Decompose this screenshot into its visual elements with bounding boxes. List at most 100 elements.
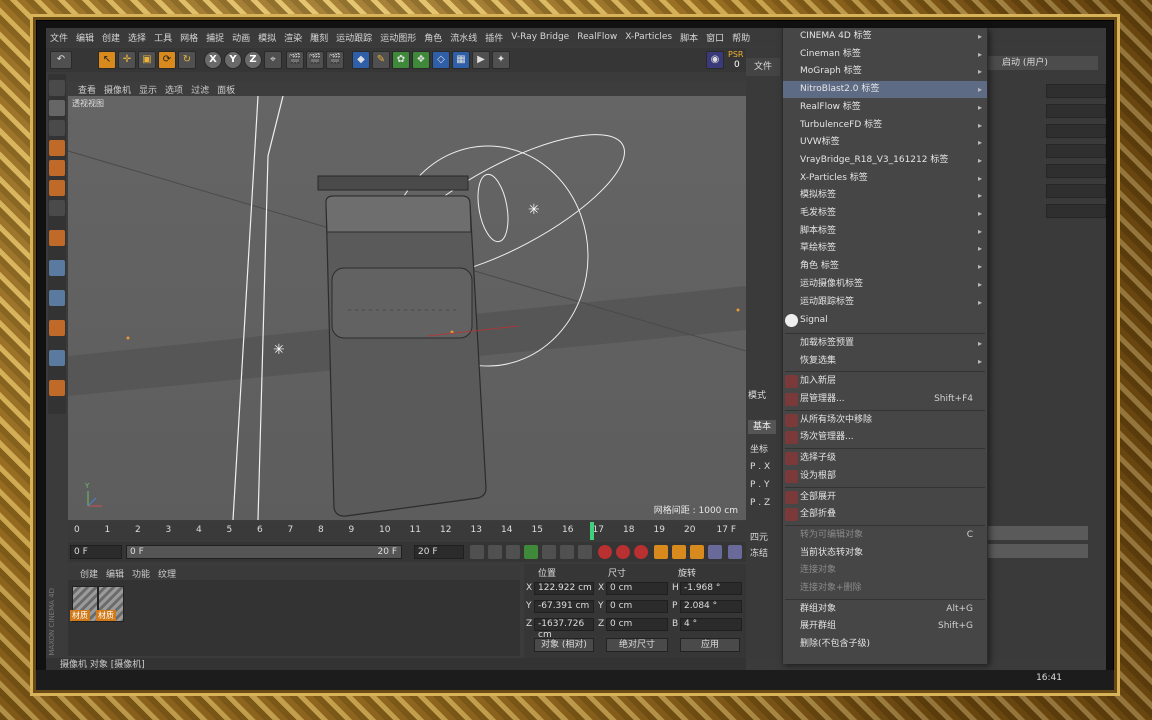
- material-menu-item-2[interactable]: 功能: [132, 567, 150, 580]
- edges-mode-icon[interactable]: [49, 160, 65, 176]
- material-menu-item-3[interactable]: 纹理: [158, 567, 176, 580]
- rotation-p-field[interactable]: 2.084 °: [680, 600, 742, 613]
- size-x-field[interactable]: 0 cm: [606, 582, 668, 595]
- preview-range-slider[interactable]: 0 F 20 F: [126, 545, 402, 559]
- key-param-icon[interactable]: [708, 545, 722, 559]
- context-menu-item[interactable]: 全部折叠: [783, 506, 987, 523]
- z-axis-button[interactable]: Z: [244, 51, 262, 69]
- context-menu-item[interactable]: 场次管理器...: [783, 429, 987, 446]
- attribute-mode-menu[interactable]: 模式: [748, 388, 766, 401]
- menu-item-21[interactable]: 帮助: [732, 31, 750, 44]
- timeline-ruler[interactable]: 0 1 2 3 4 5 6 7 8 9 10 11 12 13 14 15 16 17 18 19 20 17 F: [68, 522, 746, 540]
- object-manager-file-menu[interactable]: 文件: [746, 58, 780, 76]
- timeline-current-frame-marker[interactable]: [589, 522, 594, 540]
- context-menu-item[interactable]: 层管理器... Shift+F4: [783, 391, 987, 408]
- context-menu-item[interactable]: 选择子级: [783, 450, 987, 467]
- context-menu-item[interactable]: 设为根部: [783, 468, 987, 485]
- context-menu-item[interactable]: RealFlow 标签 ▸: [783, 99, 987, 116]
- menu-item-9[interactable]: 渲染: [284, 31, 302, 44]
- context-menu-item[interactable]: VrayBridge_R18_V3_161212 标签 ▸: [783, 152, 987, 169]
- rotation-h-field[interactable]: -1.968 °: [680, 582, 742, 595]
- timeline-window-icon[interactable]: [728, 545, 742, 559]
- position-z-field[interactable]: -1637.726 cm: [534, 618, 594, 640]
- context-menu-item[interactable]: 角色 标签 ▸: [783, 258, 987, 275]
- menu-item-11[interactable]: 运动跟踪: [336, 31, 372, 44]
- viewport-menu-item-1[interactable]: 摄像机: [104, 83, 131, 96]
- context-menu-item[interactable]: X-Particles 标签 ▸: [783, 170, 987, 187]
- rotation-b-field[interactable]: 4 °: [680, 618, 742, 631]
- apply-button[interactable]: 应用: [680, 638, 740, 652]
- menu-item-6[interactable]: 捕捉: [206, 31, 224, 44]
- context-menu-item[interactable]: MoGraph 标签 ▸: [783, 63, 987, 80]
- viewport-menu-item-4[interactable]: 过滤: [191, 83, 209, 96]
- axis-mode-icon[interactable]: [49, 200, 65, 216]
- coord-system-icon[interactable]: ⌖: [264, 51, 282, 69]
- context-menu-item[interactable]: 恢复选集 ▸: [783, 353, 987, 370]
- menu-item-2[interactable]: 创建: [102, 31, 120, 44]
- menu-item-13[interactable]: 角色: [424, 31, 442, 44]
- model-mode-icon[interactable]: [49, 100, 65, 116]
- record-icon[interactable]: [598, 545, 612, 559]
- context-menu-item[interactable]: 全部展开: [783, 489, 987, 506]
- material-menu-item-1[interactable]: 编辑: [106, 567, 124, 580]
- lock-workplane-icon[interactable]: [49, 350, 65, 366]
- psr-icon[interactable]: ◉: [706, 51, 724, 69]
- snap-icon[interactable]: [49, 260, 65, 276]
- viewport-menu-item-5[interactable]: 面板: [217, 83, 235, 96]
- select-icon[interactable]: ↖: [98, 51, 116, 69]
- viewport-menu-item-2[interactable]: 显示: [139, 83, 157, 96]
- context-menu-item[interactable]: 运动摄像机标签 ▸: [783, 276, 987, 293]
- position-x-field[interactable]: 122.922 cm: [534, 582, 594, 595]
- context-menu-item[interactable]: 草绘标签 ▸: [783, 240, 987, 257]
- menu-item-15[interactable]: 插件: [485, 31, 503, 44]
- polygons-mode-icon[interactable]: [49, 180, 65, 196]
- menu-item-20[interactable]: 窗口: [706, 31, 724, 44]
- size-mode-select[interactable]: 绝对尺寸: [606, 638, 668, 652]
- context-menu-item[interactable]: Cineman 标签 ▸: [783, 46, 987, 63]
- undo-icon[interactable]: ↶: [50, 51, 72, 69]
- size-y-field[interactable]: 0 cm: [606, 600, 668, 613]
- context-menu-item[interactable]: 加入新层: [783, 373, 987, 390]
- points-mode-icon[interactable]: [49, 140, 65, 156]
- move-icon[interactable]: ✛: [118, 51, 136, 69]
- scale-icon[interactable]: ▣: [138, 51, 156, 69]
- menu-item-17[interactable]: RealFlow: [577, 32, 617, 42]
- context-menu-item[interactable]: CINEMA 4D 标签 ▸: [783, 28, 987, 45]
- context-menu-item[interactable]: 群组对象 Alt+G: [783, 601, 987, 618]
- camera-icon[interactable]: ▶: [472, 51, 490, 69]
- menu-item-4[interactable]: 工具: [154, 31, 172, 44]
- key-position-icon[interactable]: [654, 545, 668, 559]
- cloner-icon[interactable]: ❖: [412, 51, 430, 69]
- menu-item-3[interactable]: 选择: [128, 31, 146, 44]
- menu-item-5[interactable]: 网格: [180, 31, 198, 44]
- texture-mode-icon[interactable]: [49, 120, 65, 136]
- attr-input[interactable]: [986, 544, 1088, 558]
- context-menu-item[interactable]: UVW标签 ▸: [783, 134, 987, 151]
- perspective-viewport[interactable]: 透视视图 ✳ ✳ Y 网格间距: 1000 cm: [68, 96, 746, 520]
- workplane-icon[interactable]: [49, 290, 65, 306]
- context-menu-item[interactable]: 加载标签预置 ▸: [783, 335, 987, 352]
- keyframe-selection-icon[interactable]: [634, 545, 648, 559]
- previous-frame-icon[interactable]: [506, 545, 520, 559]
- key-scale-icon[interactable]: [690, 545, 704, 559]
- solo-icon[interactable]: [49, 380, 65, 396]
- context-menu-item[interactable]: 从所有场次中移除: [783, 412, 987, 429]
- key-rotation-icon[interactable]: [672, 545, 686, 559]
- position-y-field[interactable]: -67.391 cm: [534, 600, 594, 613]
- play-icon[interactable]: [524, 545, 538, 559]
- context-menu-item[interactable]: NitroBlast2.0 标签 ▸: [783, 81, 987, 99]
- context-menu-item[interactable]: 运动跟踪标签 ▸: [783, 294, 987, 311]
- deformer-icon[interactable]: ◇: [432, 51, 450, 69]
- go-to-end-icon[interactable]: [578, 545, 592, 559]
- menu-item-12[interactable]: 运动图形: [380, 31, 416, 44]
- attribute-basic-tab[interactable]: 基本: [748, 420, 776, 434]
- context-menu-item[interactable]: 展开群组 Shift+G: [783, 618, 987, 635]
- render-picture-viewer-icon[interactable]: 🎬: [306, 51, 324, 69]
- tweak-mode-icon[interactable]: [49, 230, 65, 246]
- menu-item-7[interactable]: 动画: [232, 31, 250, 44]
- context-menu-item[interactable]: TurbulenceFD 标签 ▸: [783, 117, 987, 134]
- make-editable-icon[interactable]: [49, 80, 65, 96]
- size-z-field[interactable]: 0 cm: [606, 618, 668, 631]
- cube-icon[interactable]: ◆: [352, 51, 370, 69]
- rotate-alt-icon[interactable]: ↻: [178, 51, 196, 69]
